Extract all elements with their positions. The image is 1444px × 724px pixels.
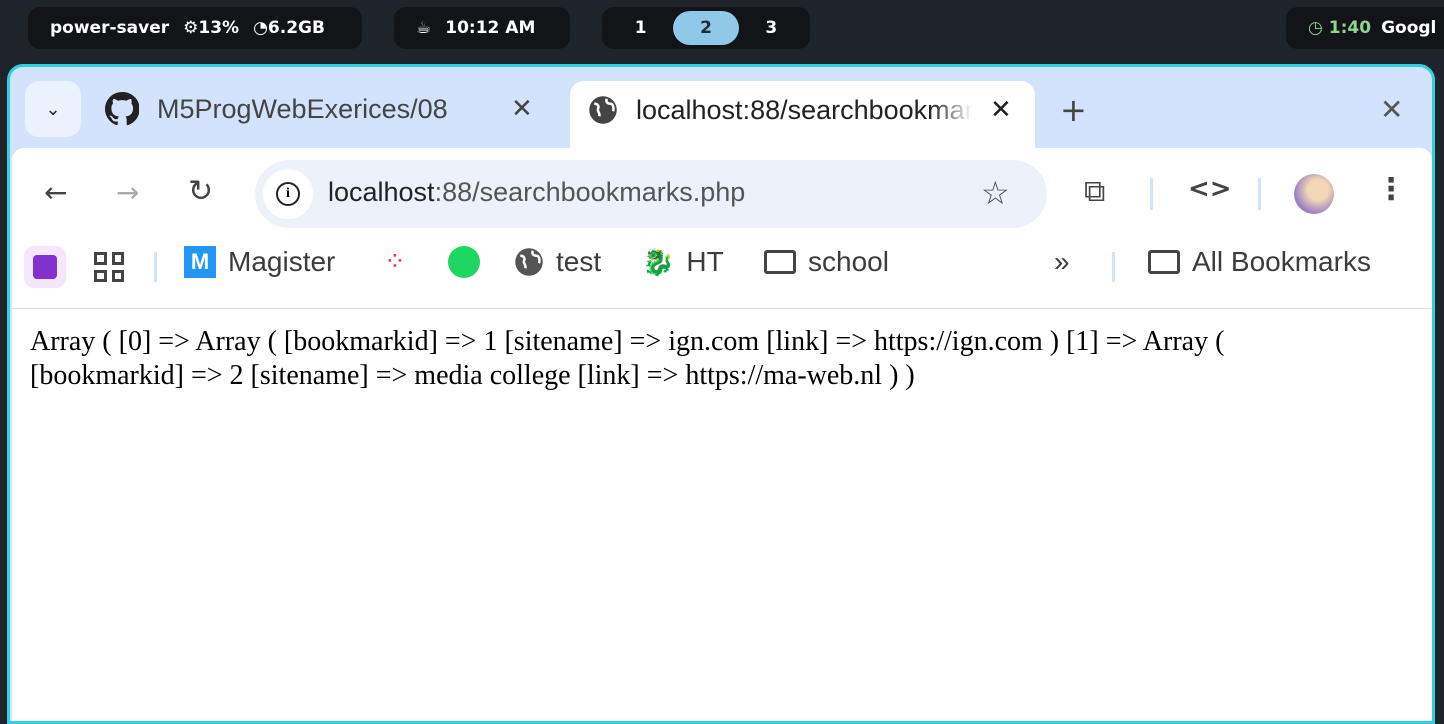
globe-icon xyxy=(589,96,617,124)
site-info-icon[interactable]: i xyxy=(263,169,313,219)
tab-github[interactable]: M5ProgWebExerices/08 ✕ xyxy=(105,81,555,137)
url-text[interactable]: localhost:88/searchbookmarks.php xyxy=(328,177,745,208)
page-content: Array ( [0] => Array ( [bookmarkid] => 1… xyxy=(12,308,1432,721)
app-label: Googl xyxy=(1381,18,1437,38)
more-bookmarks-button[interactable]: » xyxy=(1054,246,1070,278)
memory-usage: ◔6.2GB xyxy=(253,18,325,38)
close-window-button[interactable]: ✕ xyxy=(1380,93,1403,126)
divider xyxy=(1150,178,1153,210)
globe-icon xyxy=(515,248,543,276)
close-tab-icon[interactable]: ✕ xyxy=(511,94,533,124)
clock: 10:12 AM xyxy=(445,18,536,38)
tab-localhost[interactable]: localhost:88/searchbookmarks.php ✕ xyxy=(570,81,1035,151)
workspace-switcher: 1 2 3 xyxy=(602,7,810,49)
address-bar[interactable]: i localhost:88/searchbookmarks.php ☆ xyxy=(255,160,1047,228)
all-bookmarks-button[interactable]: All Bookmarks xyxy=(1148,246,1371,278)
magister-icon: M xyxy=(184,246,216,278)
bookmark-test[interactable]: test xyxy=(514,246,601,278)
timer: ◷ 1:40 xyxy=(1308,18,1372,38)
bookmark-star-icon[interactable]: ☆ xyxy=(981,174,1010,212)
tab-title: M5ProgWebExerices/08 xyxy=(157,93,448,124)
power-mode: power-saver xyxy=(50,18,170,38)
array-output-line: [bookmarkid] => 2 [sitename] => media co… xyxy=(30,360,915,391)
workspace-1[interactable]: 1 xyxy=(608,11,673,45)
app-launcher-icon[interactable] xyxy=(24,246,66,288)
tab-search-button[interactable]: ⌄ xyxy=(25,81,81,137)
timer-pill: ◷ 1:40 Googl xyxy=(1286,7,1444,49)
bookmark-magister[interactable]: M Magister xyxy=(184,246,335,278)
folder-icon xyxy=(1148,250,1180,274)
divider xyxy=(1112,252,1115,282)
bookmark-ht[interactable]: 🐉 HT xyxy=(642,246,724,278)
colored-dots-icon: ⁘ xyxy=(384,246,406,276)
clock-pill: ☕ 10:12 AM xyxy=(394,7,570,49)
apps-grid-icon[interactable] xyxy=(94,252,124,282)
array-output-line: Array ( [0] => Array ( [bookmarkid] => 1… xyxy=(30,326,1225,357)
folder-icon xyxy=(764,250,796,274)
menu-kebab-icon[interactable]: ⋮ xyxy=(1376,172,1406,207)
system-status-pill: power-saver ⚙13% ◔6.2GB xyxy=(28,7,362,49)
profile-avatar[interactable] xyxy=(1294,174,1334,214)
workspace-3[interactable]: 3 xyxy=(739,11,804,45)
extensions-icon[interactable]: ⧉ xyxy=(1084,174,1105,209)
github-icon xyxy=(105,92,139,126)
toolbar: ← → ↻ i localhost:88/searchbookmarks.php… xyxy=(12,148,1432,308)
coffee-icon: ☕ xyxy=(416,18,432,38)
cpu-usage: ⚙13% xyxy=(183,18,240,38)
tab-title: localhost:88/searchbookmarks.php xyxy=(636,94,972,125)
divider xyxy=(1258,178,1261,210)
new-tab-button[interactable]: + xyxy=(1060,91,1087,129)
back-button[interactable]: ← xyxy=(44,176,67,209)
bookmark-colored-dots[interactable]: ⁘ xyxy=(384,246,406,277)
spotify-icon xyxy=(448,246,480,278)
workspace-2[interactable]: 2 xyxy=(673,11,739,45)
close-tab-icon[interactable]: ✕ xyxy=(990,95,1012,125)
forward-button[interactable]: → xyxy=(116,176,139,209)
browser-window: ⌄ M5ProgWebExerices/08 ✕ localhost:88/se… xyxy=(7,64,1435,724)
devtools-code-icon[interactable]: <> xyxy=(1188,174,1232,204)
bookmark-spotify[interactable] xyxy=(448,246,480,278)
divider xyxy=(154,252,157,282)
sketch-animal-icon: 🐉 xyxy=(642,246,675,277)
bookmark-folder-school[interactable]: school xyxy=(764,246,889,278)
reload-button[interactable]: ↻ xyxy=(188,174,213,209)
